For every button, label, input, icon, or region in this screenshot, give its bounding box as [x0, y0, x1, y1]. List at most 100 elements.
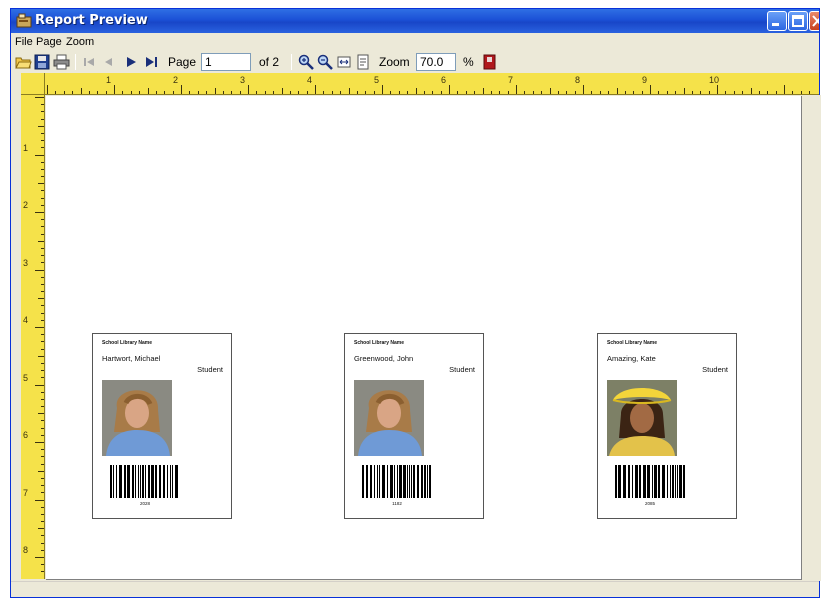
ruler-corner: [21, 73, 45, 95]
ruler-tick: [147, 88, 149, 94]
exit-icon[interactable]: [481, 54, 498, 70]
maximize-button[interactable]: [788, 11, 808, 31]
barcode-bar: [654, 465, 657, 498]
ruler-tick: [41, 477, 44, 479]
zoom-input[interactable]: [416, 53, 456, 71]
ruler-tick: [41, 255, 44, 257]
ruler-tick: [41, 176, 44, 178]
zoom-out-icon[interactable]: [317, 54, 334, 70]
ruler-tick: [758, 91, 760, 94]
zoom-in-icon[interactable]: [298, 54, 315, 70]
barcode-bar: [140, 465, 141, 498]
ruler-tick: [733, 91, 735, 94]
ruler-tick: [41, 118, 44, 120]
save-disk-icon[interactable]: [34, 54, 51, 70]
barcode-bar: [632, 465, 633, 498]
ruler-tick: [373, 91, 375, 94]
status-bar: [11, 581, 819, 597]
ruler-tick: [440, 91, 442, 94]
ruler-tick: [35, 499, 44, 501]
barcode-bar: [148, 465, 150, 498]
barcode-bar: [427, 465, 428, 498]
ruler-tick: [41, 485, 44, 487]
card-barcode-number: 2028: [139, 501, 150, 506]
card-patron-name: Hartwort, Michael: [102, 354, 161, 363]
ruler-tick: [507, 91, 509, 94]
ruler-tick: [658, 91, 660, 94]
ruler-tick: [490, 91, 492, 94]
barcode-bar: [135, 465, 136, 498]
title-bar[interactable]: Report Preview: [11, 9, 819, 33]
ruler-tick: [41, 168, 44, 170]
ruler-tick: [41, 319, 44, 321]
ruler-tick: [650, 85, 651, 94]
card-patron-name: Greenwood, John: [354, 354, 414, 363]
barcode-bar: [421, 465, 423, 498]
barcode-bar: [647, 465, 650, 498]
ruler-tick: [725, 91, 727, 94]
menu-file[interactable]: File: [15, 36, 33, 48]
barcode-bar: [145, 465, 146, 498]
fit-page-icon[interactable]: [355, 54, 372, 70]
ruler-tick: [474, 91, 476, 94]
ruler-tick: [38, 298, 44, 300]
barcode-bar: [643, 465, 646, 498]
barcode-bar: [679, 465, 682, 498]
ruler-tick: [792, 91, 794, 94]
close-button[interactable]: [809, 11, 819, 31]
minimize-button[interactable]: [767, 11, 787, 31]
last-page-icon[interactable]: [143, 54, 160, 70]
ruler-tick: [41, 492, 44, 494]
barcode-bar: [615, 465, 617, 498]
ruler-tick: [38, 240, 44, 242]
ruler-tick: [248, 85, 249, 94]
ruler-tick: [415, 88, 417, 94]
ruler-tick: [197, 91, 199, 94]
open-folder-icon[interactable]: [15, 54, 32, 70]
barcode-bar: [652, 465, 653, 498]
card-barcode-number: 1182: [392, 501, 402, 506]
ruler-tick: [323, 91, 325, 94]
barcode-bar: [116, 465, 117, 498]
horizontal-ruler: 1 2 3 4 5 6 7 8 9 10: [21, 73, 819, 95]
barcode-bar: [377, 465, 378, 498]
ruler-tick: [348, 88, 350, 94]
ruler-tick: [41, 147, 44, 149]
ruler-tick: [306, 91, 308, 94]
ruler-tick: [97, 91, 99, 94]
ruler-tick: [41, 427, 44, 429]
barcode-bar: [138, 465, 139, 498]
ruler-tick: [767, 91, 769, 94]
barcode-bar: [119, 465, 122, 498]
next-page-icon[interactable]: [123, 54, 140, 70]
barcode-bar: [159, 465, 161, 498]
ruler-tick: [105, 91, 107, 94]
library-card: School Library Name Amazing, Kate Studen…: [597, 333, 737, 519]
menu-page[interactable]: Page: [36, 36, 62, 48]
print-icon[interactable]: [53, 54, 70, 70]
fit-width-icon[interactable]: [336, 54, 353, 70]
toolbar: Page of 2 Zoom %: [11, 51, 819, 73]
ruler-tick: [566, 91, 568, 94]
app-icon: [16, 13, 32, 28]
ruler-tick: [41, 334, 44, 336]
card-photo: [354, 380, 424, 456]
page-number-input[interactable]: [201, 53, 251, 71]
ruler-tick: [41, 542, 44, 544]
ruler-tick: [35, 269, 44, 271]
page-gutter: [803, 95, 821, 581]
ruler-tick: [38, 125, 44, 127]
page-label: Page: [168, 55, 197, 69]
menu-zoom[interactable]: Zoom: [66, 36, 94, 48]
ruler-tick: [38, 183, 44, 185]
ruler-tick: [41, 305, 44, 307]
card-role: Student: [197, 365, 223, 374]
ruler-tick: [35, 384, 44, 386]
ruler-tick: [35, 557, 44, 558]
ruler-tick: [114, 85, 115, 94]
ruler-number: 5: [374, 75, 380, 85]
ruler-tick: [35, 442, 44, 443]
barcode-bar: [382, 465, 385, 498]
ruler-number: 6: [441, 75, 447, 85]
ruler-tick: [800, 91, 802, 94]
